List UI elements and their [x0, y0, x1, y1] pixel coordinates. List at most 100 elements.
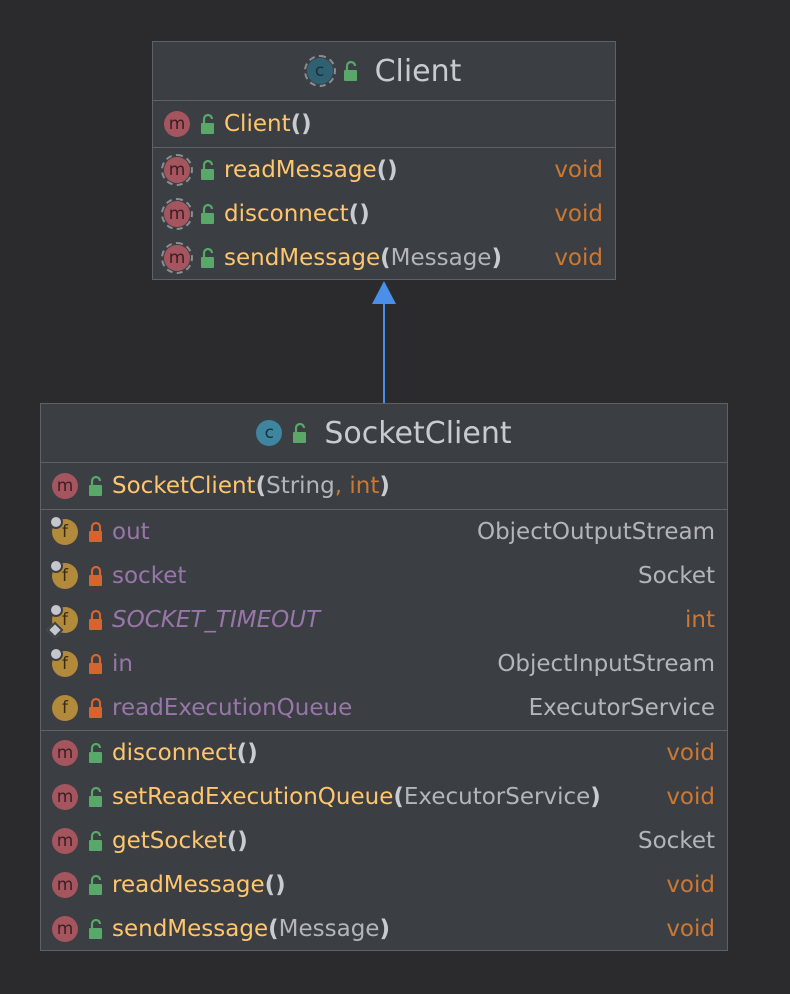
paren-open: (	[380, 245, 391, 271]
method-row[interactable]: m disconnect() void	[153, 192, 615, 236]
method-icon: m	[52, 872, 78, 898]
abstract-class-icon: c	[303, 55, 336, 87]
field-type: ObjectOutputStream	[476, 519, 715, 545]
class-name: Client	[374, 53, 462, 89]
constructor-row[interactable]: m SocketClient(String, int)	[41, 463, 727, 509]
constructor-param: int	[349, 473, 380, 499]
paren-close: )	[359, 201, 370, 227]
constructor-row[interactable]: m Client()	[153, 101, 615, 147]
method-signature: sendMessage(Message)	[224, 245, 502, 271]
unlocked-icon	[89, 742, 102, 763]
field-icon: f	[49, 559, 78, 589]
class-header: c SocketClient	[41, 404, 727, 463]
methods-section: m readMessage() void m disconnect() void m send…	[153, 148, 615, 280]
constructor-section: m Client()	[153, 101, 615, 148]
return-type: void	[554, 245, 603, 271]
constructor-signature: Client()	[224, 111, 312, 137]
method-row[interactable]: m sendMessage(Message) void	[153, 236, 615, 280]
paren-close: )	[301, 111, 312, 137]
method-icon: m	[161, 242, 193, 274]
method-row[interactable]: m setReadExecutionQueue(ExecutorService) v…	[41, 775, 727, 819]
method-row[interactable]: m disconnect() void	[41, 731, 727, 775]
field-type: int	[685, 607, 715, 633]
field-icon: f	[49, 515, 78, 545]
paren-close: )	[491, 245, 502, 271]
param-separator: ,	[334, 473, 350, 499]
paren-close: )	[237, 828, 248, 854]
unlocked-icon	[201, 113, 214, 134]
field-name: out	[112, 519, 150, 545]
unlocked-icon	[201, 203, 214, 224]
paren-open: (	[393, 784, 404, 810]
method-icon: m	[52, 740, 78, 766]
method-name: setReadExecutionQueue	[112, 784, 394, 810]
method-row[interactable]: m readMessage() void	[41, 863, 727, 907]
class-box-socketclient[interactable]: c SocketClient m SocketClient(String, in…	[40, 403, 728, 951]
locked-icon	[89, 521, 102, 542]
method-row[interactable]: m readMessage() void	[153, 148, 615, 192]
paren-open: (	[226, 828, 238, 854]
paren-close: )	[379, 473, 390, 499]
field-row[interactable]: f SOCKET_TIMEOUT int	[41, 598, 727, 642]
field-icon: f	[49, 647, 78, 677]
method-name: disconnect	[224, 201, 349, 227]
return-type: void	[554, 157, 603, 183]
method-name: getSocket	[112, 828, 227, 854]
paren-open: (	[376, 157, 388, 183]
method-name: readMessage	[224, 157, 377, 183]
method-signature: readMessage()	[224, 157, 398, 183]
paren-open: (	[348, 201, 360, 227]
unlocked-icon	[89, 830, 102, 851]
unlocked-icon	[293, 422, 307, 443]
return-type: void	[666, 916, 715, 942]
paren-close: )	[387, 157, 398, 183]
class-box-client[interactable]: c Client m Client() m readMessage() void m d…	[152, 41, 616, 280]
method-signature: disconnect()	[112, 740, 258, 766]
paren-close: )	[379, 916, 390, 942]
field-name: SOCKET_TIMEOUT	[112, 607, 321, 633]
return-type: Socket	[638, 828, 715, 854]
method-signature: sendMessage(Message)	[112, 916, 390, 942]
method-param: Message	[278, 916, 380, 942]
paren-open: (	[268, 916, 279, 942]
method-row[interactable]: m sendMessage(Message) void	[41, 907, 727, 951]
paren-open: (	[264, 872, 276, 898]
method-param: ExecutorService	[403, 784, 591, 810]
method-row[interactable]: m getSocket() Socket	[41, 819, 727, 863]
method-icon: m	[52, 473, 78, 499]
return-type: void	[666, 740, 715, 766]
method-icon: m	[52, 828, 78, 854]
field-icon: f	[52, 695, 78, 721]
paren-close: )	[275, 872, 286, 898]
method-icon: m	[52, 916, 78, 942]
class-icon: c	[256, 420, 283, 446]
field-type: Socket	[638, 563, 715, 589]
field-name: readExecutionQueue	[112, 695, 353, 721]
field-row[interactable]: f out ObjectOutputStream	[41, 510, 727, 554]
method-icon: m	[161, 198, 193, 230]
paren-close: )	[247, 740, 258, 766]
return-type: void	[666, 872, 715, 898]
unlocked-icon	[89, 475, 102, 496]
class-header: c Client	[153, 42, 615, 101]
field-row[interactable]: f readExecutionQueue ExecutorService	[41, 686, 727, 730]
arrow-head	[372, 281, 396, 304]
unlocked-icon	[89, 874, 102, 895]
method-name: sendMessage	[224, 245, 381, 271]
method-signature: readMessage()	[112, 872, 286, 898]
method-signature: disconnect()	[224, 201, 370, 227]
field-name: socket	[112, 563, 187, 589]
constructor-name: SocketClient	[112, 473, 256, 499]
constructor-param: String	[266, 473, 335, 499]
unlocked-icon	[89, 786, 102, 807]
field-type: ExecutorService	[528, 695, 715, 721]
locked-icon	[89, 565, 102, 586]
field-name: in	[112, 651, 133, 677]
field-row[interactable]: f in ObjectInputStream	[41, 642, 727, 686]
class-name: SocketClient	[324, 415, 512, 451]
method-param: Message	[390, 245, 492, 271]
unlocked-icon	[89, 918, 102, 939]
method-name: disconnect	[112, 740, 237, 766]
constructor-section: m SocketClient(String, int)	[41, 463, 727, 510]
field-row[interactable]: f socket Socket	[41, 554, 727, 598]
